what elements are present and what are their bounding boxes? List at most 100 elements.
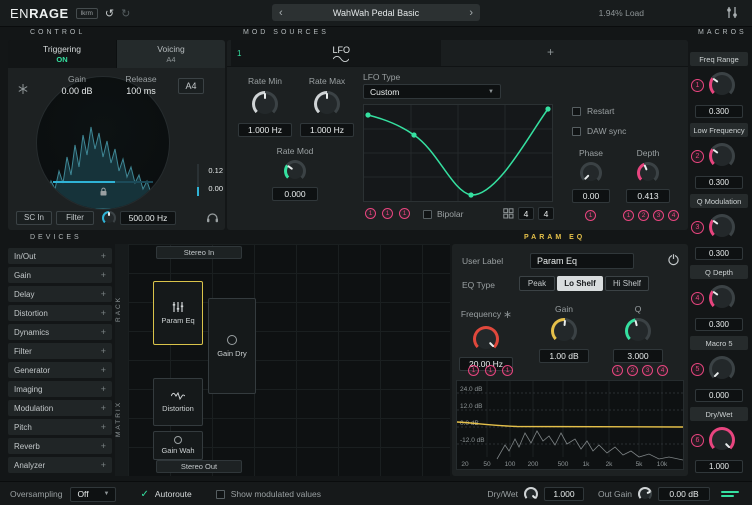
mod-slot-badge[interactable]: 1 — [468, 365, 479, 376]
macro-number-badge[interactable]: 2 — [691, 150, 704, 163]
oversampling-dropdown[interactable]: Off ▼ — [70, 487, 116, 502]
device-category-analyzer[interactable]: Analyzer+ — [8, 457, 112, 473]
rate-min-value[interactable]: 1.000 Hz — [238, 123, 292, 137]
macro-number-badge[interactable]: 6 — [691, 434, 704, 447]
device-category-in-out[interactable]: In/Out+ — [8, 248, 112, 264]
show-modulated-checkbox[interactable] — [216, 490, 225, 499]
mod-slot-badge[interactable]: 4 — [668, 210, 679, 221]
mod-slot-badge[interactable]: 1 — [485, 365, 496, 376]
add-icon[interactable]: + — [101, 270, 106, 280]
mod-slot-badge[interactable]: 1 — [382, 208, 393, 219]
macro-knob[interactable] — [709, 285, 735, 311]
device-category-imaging[interactable]: Imaging+ — [8, 381, 112, 397]
device-category-gain[interactable]: Gain+ — [8, 267, 112, 283]
eq-gain-knob[interactable] — [551, 318, 577, 344]
rate-mod-value[interactable]: 0.000 — [272, 187, 318, 201]
lfo-tab[interactable]: 1 LFO — [231, 40, 441, 66]
macro-value[interactable]: 0.300 — [695, 105, 743, 118]
prev-preset-button[interactable]: ‹ — [279, 8, 283, 18]
add-icon[interactable]: + — [101, 327, 106, 337]
tab-triggering[interactable]: Triggering ON — [8, 40, 116, 68]
mod-slot-badge[interactable]: 3 — [653, 210, 664, 221]
macro-number-badge[interactable]: 4 — [691, 292, 704, 305]
snowflake-icon[interactable] — [504, 311, 511, 318]
envelope-scroll-slider[interactable] — [197, 164, 199, 196]
device-category-generator[interactable]: Generator+ — [8, 362, 112, 378]
restart-checkbox[interactable] — [572, 107, 581, 116]
drywet-value[interactable]: 1.000 — [544, 487, 584, 501]
add-icon[interactable]: + — [101, 384, 106, 394]
device-category-delay[interactable]: Delay+ — [8, 286, 112, 302]
filter-freq-value[interactable]: 500.00 Hz — [120, 211, 176, 225]
next-preset-button[interactable]: › — [469, 8, 473, 18]
add-icon[interactable]: + — [101, 422, 106, 432]
module-distortion[interactable]: Distortion — [153, 378, 203, 426]
eq-gain-value[interactable]: 1.00 dB — [539, 349, 589, 363]
add-icon[interactable]: + — [101, 346, 106, 356]
mod-slot-badge[interactable]: 4 — [657, 365, 668, 376]
routing-grid[interactable]: Stereo In Param Eq Gain Dry — [128, 244, 450, 476]
device-category-filter[interactable]: Filter+ — [8, 343, 112, 359]
macro-knob[interactable] — [709, 356, 735, 382]
rate-min-knob[interactable] — [252, 91, 278, 117]
macro-value[interactable]: 0.300 — [695, 247, 743, 260]
eq-type-peak-button[interactable]: Peak — [519, 276, 555, 291]
depth-knob[interactable] — [637, 162, 659, 184]
device-category-modulation[interactable]: Modulation+ — [8, 400, 112, 416]
macro-value[interactable]: 1.000 — [695, 460, 743, 473]
stereo-in-node[interactable]: Stereo In — [156, 246, 242, 259]
mod-slot-badge[interactable]: 1 — [399, 208, 410, 219]
rate-max-value[interactable]: 1.000 Hz — [300, 123, 354, 137]
outgain-mini-knob[interactable] — [638, 487, 652, 501]
device-category-pitch[interactable]: Pitch+ — [8, 419, 112, 435]
add-icon[interactable]: + — [101, 460, 106, 470]
add-icon[interactable]: + — [101, 441, 106, 451]
eq-type-lo-shelf-button[interactable]: Lo Shelf — [557, 276, 603, 291]
lock-icon[interactable] — [99, 187, 108, 197]
add-icon[interactable]: + — [101, 403, 106, 413]
drywet-mini-knob[interactable] — [524, 487, 538, 501]
outgain-value[interactable]: 0.00 dB — [658, 487, 710, 501]
macro-knob[interactable] — [709, 427, 735, 453]
rate-max-knob[interactable] — [314, 91, 340, 117]
phase-value[interactable]: 0.00 — [572, 189, 610, 203]
q-value[interactable]: 3.000 — [613, 349, 663, 363]
device-category-reverb[interactable]: Reverb+ — [8, 438, 112, 454]
macro-number-badge[interactable]: 1 — [691, 79, 704, 92]
mod-slot-badge[interactable]: 1 — [365, 208, 376, 219]
power-button[interactable] — [667, 253, 680, 266]
macro-number-badge[interactable]: 3 — [691, 221, 704, 234]
module-gain-wah[interactable]: Gain Wah — [153, 431, 203, 460]
user-label-input[interactable] — [530, 253, 634, 269]
envelope-display[interactable] — [36, 76, 170, 210]
mod-slot-badge[interactable]: 1 — [502, 365, 513, 376]
eq-type-hi-shelf-button[interactable]: Hi Shelf — [605, 276, 649, 291]
add-icon[interactable]: + — [101, 289, 106, 299]
redo-icon[interactable]: ↻ — [121, 7, 130, 20]
grid-x-value[interactable]: 4 — [518, 207, 534, 220]
filter-cutoff-knob[interactable] — [102, 211, 116, 225]
envelope-position-slider[interactable] — [53, 181, 153, 183]
device-category-distortion[interactable]: Distortion+ — [8, 305, 112, 321]
preset-selector[interactable]: ‹ WahWah Pedal Basic › — [272, 4, 480, 21]
phase-knob[interactable] — [580, 162, 602, 184]
frequency-knob[interactable] — [473, 326, 499, 352]
eq-graph[interactable]: 24.0 dB 12.0 dB 0.0 dB -12.0 dB 20 50 10… — [456, 380, 684, 470]
note-button[interactable]: A4 — [178, 78, 204, 94]
headphones-icon[interactable] — [206, 212, 219, 223]
preset-name[interactable]: WahWah Pedal Basic — [333, 8, 419, 18]
macro-knob[interactable] — [709, 72, 735, 98]
device-category-dynamics[interactable]: Dynamics+ — [8, 324, 112, 340]
tab-voicing[interactable]: Voicing A4 — [117, 40, 225, 68]
mod-slot-badge[interactable]: 1 — [612, 365, 623, 376]
mod-slot-badge[interactable]: 2 — [627, 365, 638, 376]
depth-value[interactable]: 0.413 — [626, 189, 670, 203]
macro-knob[interactable] — [709, 143, 735, 169]
lfo-curve-editor[interactable] — [363, 104, 553, 202]
macro-number-badge[interactable]: 5 — [691, 363, 704, 376]
phase-mod-badge[interactable]: 1 — [585, 210, 596, 221]
add-icon[interactable]: + — [101, 365, 106, 375]
daw-sync-checkbox[interactable] — [572, 127, 581, 136]
autoroute-check-icon[interactable]: ✓ — [140, 489, 148, 500]
add-icon[interactable]: + — [101, 251, 106, 261]
